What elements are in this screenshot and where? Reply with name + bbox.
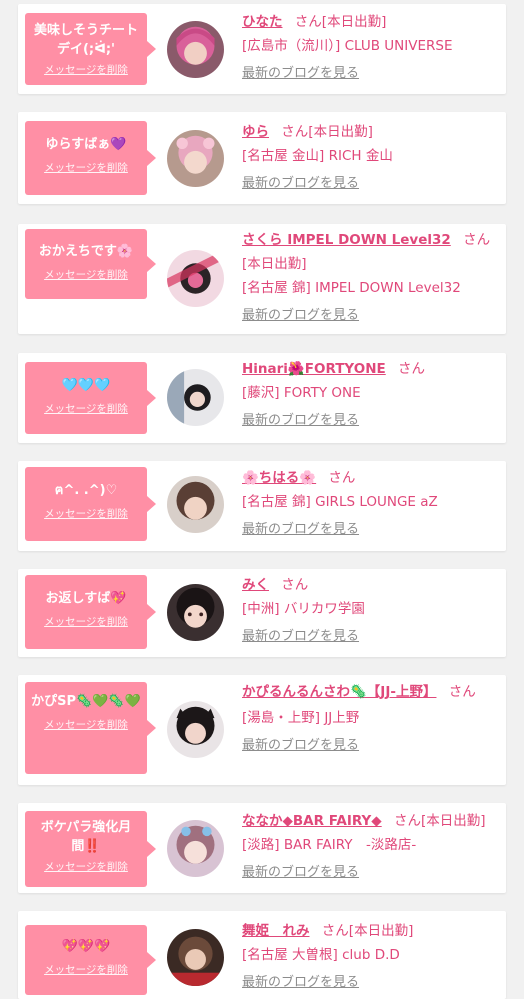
- blog-link[interactable]: 最新のブログを見る: [242, 734, 500, 758]
- cast-name-link[interactable]: みく: [242, 577, 269, 593]
- avatar[interactable]: [167, 701, 224, 758]
- message-bubble: 美味しそうチートデイ(;ᐛ;' メッセージを削除: [25, 13, 156, 85]
- blog-link[interactable]: 最新のブログを見る: [242, 518, 500, 542]
- cast-name-link[interactable]: Hinari🌺FORTYONE: [242, 361, 386, 377]
- honorific: さん: [393, 813, 421, 829]
- cast-info: ひなた さん[本日出勤] [広島市（流川）] CLUB UNIVERSE 最新の…: [242, 10, 500, 86]
- message-card: かぴSP🦠💚🦠💚 メッセージを削除 かぴるんるんさわ🦠【JJ-上野】 さん [湯…: [18, 675, 506, 785]
- delete-message-link[interactable]: メッセージを削除: [31, 62, 141, 77]
- message-card: 💖💖💖 メッセージを削除 舞姫 れみ さん[本日出勤] [名古屋 大曽根] cl…: [18, 911, 506, 999]
- blog-link[interactable]: 最新のブログを見る: [242, 971, 500, 995]
- cast-name-link[interactable]: さくら IMPEL DOWN Level32: [242, 232, 451, 248]
- shop-name: [広島市（流川）] CLUB UNIVERSE: [242, 38, 453, 54]
- blog-link[interactable]: 最新のブログを見る: [242, 172, 500, 196]
- message-card: ฅ^. .^)♡ メッセージを削除 🌸ちはる🌸 さん [名古屋 錦] GIRLS…: [18, 461, 506, 551]
- avatar[interactable]: [167, 21, 224, 78]
- message-text: ฅ^. .^)♡: [54, 483, 118, 498]
- cast-name-link[interactable]: かぴるんるんさわ🦠【JJ-上野】: [242, 684, 436, 700]
- message-card: ゆらすばぁ💜 メッセージを削除 ゆら さん[本日出勤] [名古屋 金山] RIC…: [18, 112, 506, 204]
- avatar[interactable]: [167, 369, 224, 426]
- honorific: さん: [328, 470, 356, 486]
- cast-info: ななか◆BAR FAIRY◆ さん[本日出勤] [淡路] BAR FAIRY -…: [242, 809, 500, 885]
- shop-name: [名古屋 錦] IMPEL DOWN Level32: [242, 280, 461, 296]
- cast-info: 🌸ちはる🌸 さん [名古屋 錦] GIRLS LOUNGE aZ 最新のブログを…: [242, 466, 500, 542]
- delete-message-link[interactable]: メッセージを削除: [31, 859, 141, 874]
- cast-info: ゆら さん[本日出勤] [名古屋 金山] RICH 金山 最新のブログを見る: [242, 120, 500, 196]
- blog-link[interactable]: 最新のブログを見る: [242, 62, 500, 86]
- cast-info: さくら IMPEL DOWN Level32 さん [本日出勤] [名古屋 錦]…: [242, 228, 500, 328]
- delete-message-link[interactable]: メッセージを削除: [31, 506, 141, 521]
- message-bubble: かぴSP🦠💚🦠💚 メッセージを削除: [25, 682, 156, 774]
- shop-name: [名古屋 金山] RICH 金山: [242, 148, 393, 164]
- message-bubble: お返しすば💖 メッセージを削除: [25, 575, 156, 649]
- avatar[interactable]: [167, 476, 224, 533]
- honorific: さん: [281, 124, 309, 140]
- shop-name: [名古屋 大曽根] club D.D: [242, 947, 400, 963]
- delete-message-link[interactable]: メッセージを削除: [31, 267, 141, 282]
- cast-name-link[interactable]: ななか◆BAR FAIRY◆: [242, 813, 382, 829]
- cast-info: 舞姫 れみ さん[本日出勤] [名古屋 大曽根] club D.D 最新のブログ…: [242, 919, 500, 995]
- avatar[interactable]: [167, 584, 224, 641]
- avatar[interactable]: [167, 250, 224, 307]
- message-bubble: 💖💖💖 メッセージを削除: [25, 925, 156, 995]
- message-bubble: ฅ^. .^)♡ メッセージを削除: [25, 467, 156, 541]
- blog-link[interactable]: 最新のブログを見る: [242, 625, 500, 649]
- message-bubble: おかえちです🌸 メッセージを削除: [25, 229, 156, 299]
- message-card: お返しすば💖 メッセージを削除 みく さん [中洲] バリカワ学園 最新のブログ…: [18, 569, 506, 657]
- message-text: ゆらすばぁ💜: [45, 137, 127, 152]
- message-text: お返しすば💖: [45, 591, 127, 606]
- attendance-status: [本日出勤]: [242, 256, 307, 272]
- message-card: 美味しそうチートデイ(;ᐛ;' メッセージを削除 ひなた さん[本日出勤] [広…: [18, 4, 506, 94]
- shop-name: [淡路] BAR FAIRY -淡路店-: [242, 837, 417, 853]
- cast-name-link[interactable]: 舞姫 れみ: [242, 923, 310, 939]
- message-bubble: ボケパラ強化月間‼️ メッセージを削除: [25, 811, 156, 887]
- avatar[interactable]: [167, 929, 224, 986]
- shop-name: [湯島・上野] JJ上野: [242, 710, 360, 726]
- honorific: さん: [448, 684, 476, 700]
- message-text: 美味しそうチートデイ(;ᐛ;': [33, 23, 138, 57]
- message-card: ボケパラ強化月間‼️ メッセージを削除 ななか◆BAR FAIRY◆ さん[本日…: [18, 803, 506, 893]
- message-text: ボケパラ強化月間‼️: [40, 820, 132, 854]
- message-card: 🩵🩵🩵 メッセージを削除 Hinari🌺FORTYONE さん [藤沢] FOR…: [18, 353, 506, 443]
- message-text: かぴSP🦠💚🦠💚: [31, 694, 141, 709]
- attendance-status: [本日出勤]: [348, 923, 414, 939]
- message-list: 美味しそうチートデイ(;ᐛ;' メッセージを削除 ひなた さん[本日出勤] [広…: [0, 0, 524, 999]
- delete-message-link[interactable]: メッセージを削除: [31, 614, 141, 629]
- attendance-status: [本日出勤]: [308, 124, 373, 140]
- honorific: さん: [398, 361, 426, 377]
- blog-link[interactable]: 最新のブログを見る: [242, 409, 500, 433]
- honorific: さん: [281, 577, 309, 593]
- cast-name-link[interactable]: ひなた: [242, 14, 283, 30]
- shop-name: [中洲] バリカワ学園: [242, 601, 365, 617]
- delete-message-link[interactable]: メッセージを削除: [31, 962, 141, 977]
- message-text: 🩵🩵🩵: [61, 378, 111, 393]
- honorific: さん: [463, 232, 491, 248]
- message-text: おかえちです🌸: [38, 244, 134, 259]
- blog-link[interactable]: 最新のブログを見る: [242, 861, 500, 885]
- honorific: さん: [294, 14, 322, 30]
- message-card: おかえちです🌸 メッセージを削除 さくら IMPEL DOWN Level32 …: [18, 224, 506, 334]
- message-text: 💖💖💖: [61, 939, 111, 954]
- message-bubble: 🩵🩵🩵 メッセージを削除: [25, 362, 156, 434]
- shop-name: [藤沢] FORTY ONE: [242, 385, 361, 401]
- blog-link[interactable]: 最新のブログを見る: [242, 304, 500, 328]
- shop-name: [名古屋 錦] GIRLS LOUNGE aZ: [242, 494, 438, 510]
- honorific: さん: [321, 923, 349, 939]
- attendance-status: [本日出勤]: [321, 14, 387, 30]
- cast-name-link[interactable]: ゆら: [242, 124, 269, 140]
- attendance-status: [本日出勤]: [420, 813, 486, 829]
- message-bubble: ゆらすばぁ💜 メッセージを削除: [25, 121, 156, 195]
- cast-info: みく さん [中洲] バリカワ学園 最新のブログを見る: [242, 573, 500, 649]
- cast-info: かぴるんるんさわ🦠【JJ-上野】 さん [湯島・上野] JJ上野 最新のブログを…: [242, 680, 500, 758]
- avatar[interactable]: [167, 820, 224, 877]
- cast-info: Hinari🌺FORTYONE さん [藤沢] FORTY ONE 最新のブログ…: [242, 357, 500, 433]
- avatar[interactable]: [167, 130, 224, 187]
- cast-name-link[interactable]: 🌸ちはる🌸: [242, 470, 316, 486]
- delete-message-link[interactable]: メッセージを削除: [31, 401, 141, 416]
- delete-message-link[interactable]: メッセージを削除: [31, 717, 141, 732]
- delete-message-link[interactable]: メッセージを削除: [31, 160, 141, 175]
